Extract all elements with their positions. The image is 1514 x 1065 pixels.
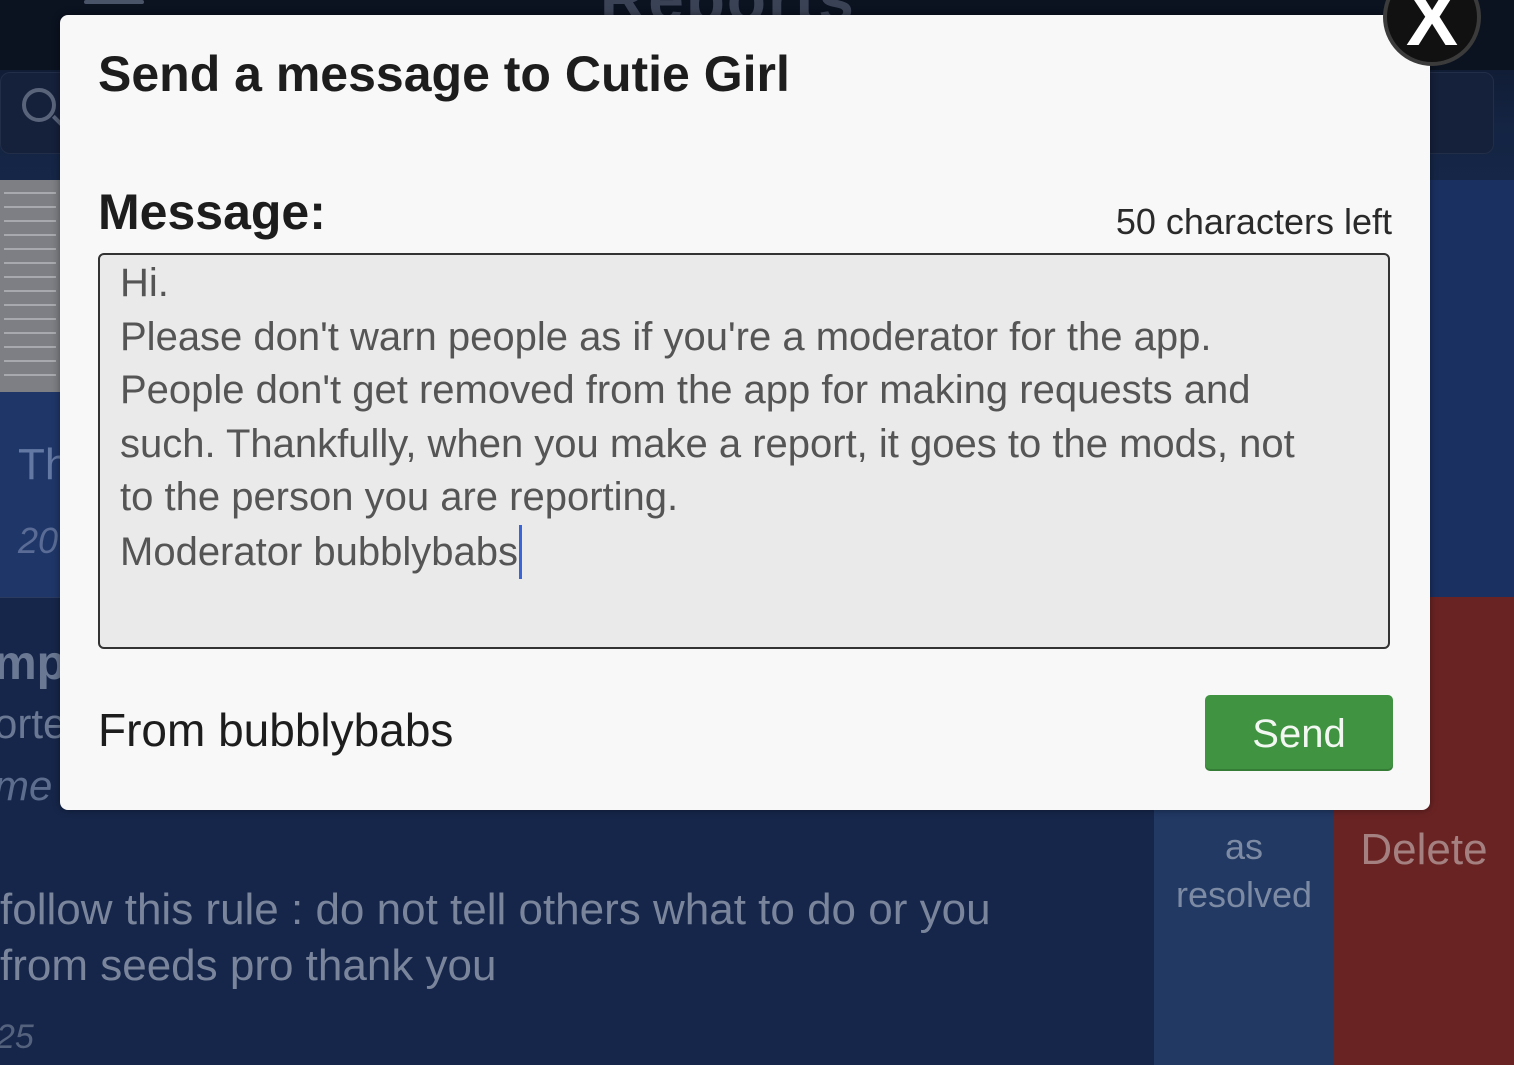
report-card-right-panel (1430, 180, 1514, 597)
dialog-title: Send a message to Cutie Girl (98, 46, 790, 102)
mark-resolved-label: as resolved (1154, 823, 1334, 919)
report-comment: me (0, 762, 53, 809)
resolved-label-line: resolved (1175, 874, 1313, 915)
message-line: People don't get removed from the app fo… (120, 368, 1251, 412)
top-button[interactable] (84, 0, 144, 4)
search-icon[interactable] (22, 88, 56, 122)
rule-line-2: from seeds pro thank you (0, 941, 497, 990)
send-button[interactable]: Send (1205, 695, 1393, 771)
reported-label: orte (0, 700, 67, 747)
text-caret (519, 524, 523, 579)
rule-line-1: follow this rule : do not tell others wh… (0, 885, 991, 934)
message-line: such. Thankfully, when you make a report… (120, 421, 1295, 466)
report-card-date: 20 (18, 520, 59, 561)
message-line-text: Moderator bubblybabs (120, 529, 519, 574)
message-label: Message: (98, 184, 326, 240)
report-date: 25 (0, 1018, 34, 1056)
resolved-label-line: as (1224, 826, 1264, 867)
report-rule-text: follow this rule : do not tell others wh… (0, 882, 1150, 994)
message-line: to the person you are reporting. (120, 475, 679, 519)
message-line: Hi. (120, 261, 169, 305)
from-sender: From bubblybabs (98, 704, 454, 756)
delete-label: Delete (1360, 825, 1488, 874)
report-screenshot-thumbnail[interactable] (0, 180, 60, 392)
send-message-dialog: Send a message to Cutie Girl Message: 50… (60, 15, 1430, 810)
message-line-last: Moderator bubblybabs (120, 524, 1376, 580)
report-card: Th 20 (0, 392, 69, 597)
message-line: Please don't warn people as if you're a … (120, 314, 1212, 359)
message-textarea[interactable]: Hi. Please don't warn people as if you'r… (98, 253, 1390, 649)
reported-user: mp (0, 637, 66, 690)
characters-left-counter: 50 characters left (1115, 201, 1392, 242)
